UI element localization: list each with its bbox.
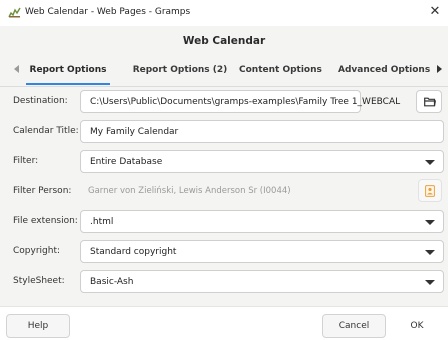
browse-folder-button[interactable] — [416, 90, 442, 113]
tab-bar: Report Options Report Options (2) Conten… — [0, 56, 448, 87]
filter-select[interactable]: Entire Database — [80, 150, 444, 173]
ok-button[interactable]: OK — [390, 314, 444, 338]
filter-person-label: Filter Person: — [13, 186, 72, 196]
cancel-button[interactable]: Cancel — [322, 314, 386, 338]
chevron-down-icon — [425, 160, 435, 165]
window-title: Web Calendar - Web Pages - Gramps — [25, 7, 191, 17]
gramps-app-icon — [8, 7, 21, 18]
close-icon: ✕ — [429, 4, 441, 19]
file-extension-label: File extension: — [13, 216, 78, 226]
filter-person-value: Garner von Zieliński, Lewis Anderson Sr … — [88, 186, 291, 196]
calendar-title-input[interactable]: My Family Calendar — [80, 120, 444, 143]
help-button[interactable]: Help — [6, 314, 70, 338]
folder-open-icon — [424, 97, 436, 107]
file-extension-select[interactable]: .html — [80, 210, 444, 233]
tab-advanced-options[interactable]: Advanced Options — [338, 56, 430, 85]
chevron-down-icon — [425, 280, 435, 285]
stylesheet-label: StyleSheet: — [13, 276, 65, 286]
tab-report-options-2[interactable]: Report Options (2) — [130, 56, 230, 85]
copyright-select[interactable]: Standard copyright — [80, 240, 444, 263]
copyright-label: Copyright: — [13, 246, 61, 256]
chevron-down-icon — [425, 250, 435, 255]
tab-content-options[interactable]: Content Options — [239, 56, 322, 85]
chevron-down-icon — [425, 220, 435, 225]
destination-label: Destination: — [13, 96, 68, 106]
tab-scroll-left-icon[interactable] — [14, 65, 19, 73]
destination-input[interactable]: C:\Users\Public\Documents\gramps-example… — [80, 90, 400, 113]
close-button[interactable]: ✕ — [428, 4, 442, 20]
dialog-title: Web Calendar — [182, 35, 266, 47]
tab-scroll-right-icon[interactable] — [437, 65, 442, 73]
tab-report-options[interactable]: Report Options — [26, 56, 110, 85]
select-person-button[interactable] — [418, 179, 442, 202]
stylesheet-select[interactable]: Basic-Ash — [80, 270, 444, 293]
calendar-title-label: Calendar Title: — [13, 126, 79, 136]
button-bar: Help Cancel OK — [0, 306, 448, 340]
filter-label: Filter: — [13, 156, 39, 166]
dialog-panel: Web Calendar Report Options Report Optio… — [0, 26, 448, 306]
window-titlebar: Web Calendar - Web Pages - Gramps ✕ — [0, 0, 448, 26]
person-select-icon — [425, 185, 435, 197]
